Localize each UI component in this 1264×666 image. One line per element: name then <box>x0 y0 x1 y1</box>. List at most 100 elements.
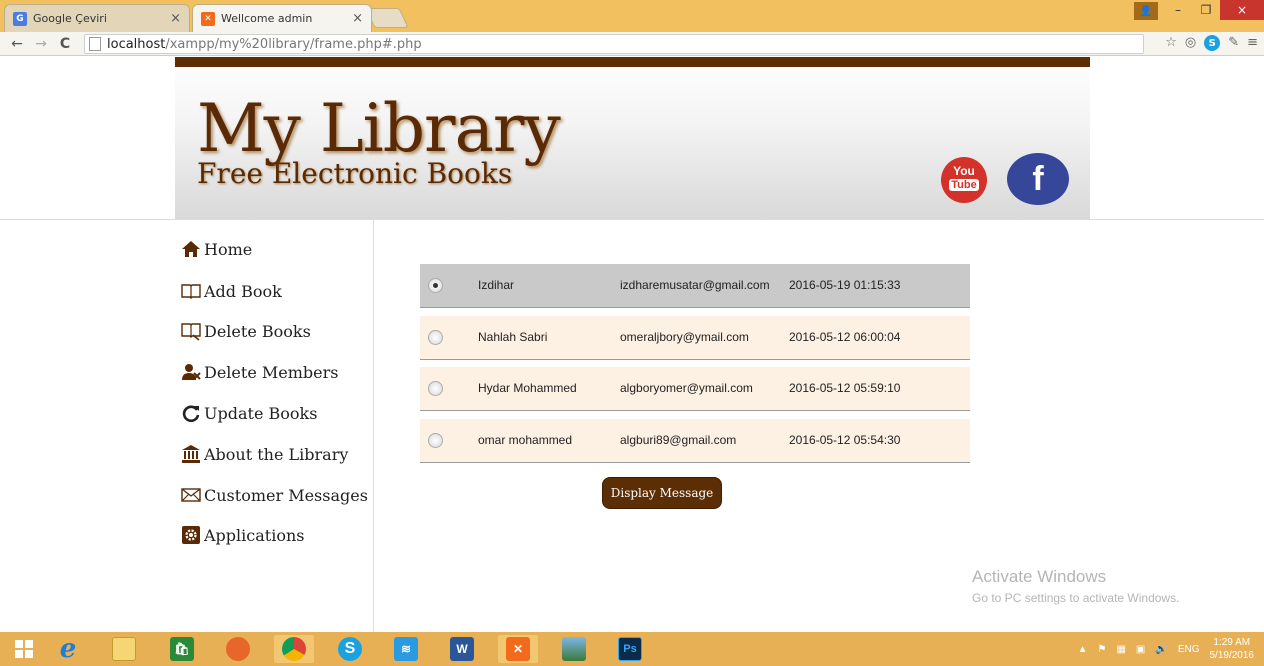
network-icon[interactable]: ▦ <box>1116 644 1125 655</box>
user-profile-icon[interactable]: 👤 <box>1134 2 1158 20</box>
forward-arrow-icon[interactable]: → <box>34 36 48 52</box>
message-radio[interactable] <box>428 381 443 396</box>
menu-icon[interactable]: ≡ <box>1247 35 1258 51</box>
sidebar-item-label: Add Book <box>204 281 282 301</box>
youtube-label-top: You <box>953 164 975 178</box>
sidebar-item-label: Delete Books <box>204 321 311 341</box>
skype-icon[interactable]: S <box>330 635 370 663</box>
toolbar-icons: ☆ ◎ S ✎ ≡ <box>1165 35 1258 51</box>
tab-google-ceviri[interactable]: G Google Çeviri × <box>4 4 190 32</box>
message-sender-email: izdharemusatar@gmail.com <box>620 278 770 292</box>
envelope-icon <box>181 485 201 505</box>
youtube-icon[interactable]: You Tube <box>941 157 987 203</box>
message-radio[interactable] <box>428 433 443 448</box>
sidebar-item-delete-members[interactable]: Delete Members <box>181 360 338 384</box>
sidebar-item-customer-messages[interactable]: Customer Messages <box>181 483 368 507</box>
message-radio[interactable] <box>428 278 443 293</box>
tab-wellcome-admin[interactable]: ✕ Wellcome admin × <box>192 4 372 32</box>
youtube-label-bottom: Tube <box>949 179 979 191</box>
tab-close-icon[interactable]: × <box>352 11 363 26</box>
internet-explorer-icon[interactable]: e <box>48 634 88 664</box>
table-row[interactable]: Hydar Mohammed algboryomer@ymail.com 201… <box>420 367 970 411</box>
xampp-icon[interactable]: ✕ <box>498 635 538 663</box>
refresh-icon <box>181 403 201 423</box>
sidebar-item-applications[interactable]: Applications <box>181 523 304 547</box>
system-tray: ▲ ⚑ ▦ ▣ 🔊 ENG 1:29 AM 5/19/2016 <box>1078 632 1254 666</box>
tab-title: Wellcome admin <box>221 12 313 25</box>
message-sender-name: Izdihar <box>478 278 515 292</box>
sidebar-item-delete-books[interactable]: Delete Books <box>181 319 311 343</box>
tray-expand-icon[interactable]: ▲ <box>1078 644 1088 655</box>
message-sender-email: algboryomer@ymail.com <box>620 381 753 395</box>
skype-extension-icon[interactable]: S <box>1204 35 1221 51</box>
browser-toolbar: ← → C localhost/xampp/my%20library/frame… <box>0 32 1264 56</box>
sidebar-item-label: Update Books <box>204 403 318 423</box>
page-icon <box>89 37 101 51</box>
clock[interactable]: 1:29 AM 5/19/2016 <box>1210 636 1255 662</box>
restore-button[interactable]: ❐ <box>1192 0 1220 20</box>
home-icon <box>181 239 201 259</box>
minimize-button[interactable]: – <box>1164 0 1192 20</box>
message-date: 2016-05-12 06:00:04 <box>789 330 901 344</box>
sidebar-divider <box>373 220 374 632</box>
sidebar-item-label: Customer Messages <box>204 485 368 505</box>
reload-icon[interactable]: C <box>58 36 72 52</box>
message-sender-email: algburi89@gmail.com <box>620 433 737 447</box>
user-delete-icon <box>181 362 201 382</box>
page-content: My Library Free Electronic Books You Tub… <box>0 57 1264 632</box>
bookmark-star-icon[interactable]: ☆ <box>1165 35 1177 51</box>
firefox-icon[interactable] <box>218 635 258 663</box>
clock-date: 5/19/2016 <box>1209 650 1255 661</box>
message-date: 2016-05-19 01:15:33 <box>789 278 901 292</box>
sidebar-item-label: Delete Members <box>204 362 339 382</box>
wifi-icon[interactable]: ≋ <box>386 635 426 663</box>
site-banner: My Library Free Electronic Books You Tub… <box>175 57 1090 219</box>
photoshop-icon[interactable]: Ps <box>610 635 650 663</box>
file-explorer-icon[interactable] <box>104 635 144 663</box>
monitor-icon[interactable]: ▣ <box>1136 644 1145 655</box>
sidebar-item-label: Applications <box>204 525 305 545</box>
sidebar-item-add-book[interactable]: Add Book <box>181 279 282 303</box>
message-date: 2016-05-12 05:54:30 <box>789 433 901 447</box>
message-radio[interactable] <box>428 330 443 345</box>
store-icon[interactable]: 🛍 <box>162 635 202 663</box>
watermark-title: Activate Windows <box>972 567 1107 586</box>
flag-icon[interactable]: ⚑ <box>1098 644 1107 655</box>
sidebar-item-about[interactable]: About the Library <box>181 442 348 466</box>
table-row[interactable]: Izdihar izdharemusatar@gmail.com 2016-05… <box>420 264 970 308</box>
google-translate-icon: G <box>13 11 27 26</box>
sidebar-item-label: Home <box>204 239 253 259</box>
clock-time: 1:29 AM <box>1213 637 1251 648</box>
tab-title: Google Çeviri <box>33 12 107 25</box>
word-icon[interactable]: W <box>442 635 482 663</box>
message-date: 2016-05-12 05:59:10 <box>789 381 901 395</box>
open-book-icon <box>181 281 201 301</box>
facebook-icon[interactable]: f <box>1007 153 1069 205</box>
window-controls: 👤 – ❐ × <box>1134 0 1264 22</box>
table-row[interactable]: Nahlah Sabri omeraljbory@ymail.com 2016-… <box>420 316 970 360</box>
chrome-icon[interactable] <box>274 635 314 663</box>
extension-2-icon[interactable]: ✎ <box>1228 35 1239 51</box>
volume-icon[interactable]: 🔊 <box>1155 644 1167 655</box>
photos-icon[interactable] <box>554 635 594 663</box>
sidebar-item-home[interactable]: Home <box>181 237 252 261</box>
message-sender-name: Hydar Mohammed <box>478 381 577 395</box>
sidebar-item-update-books[interactable]: Update Books <box>181 401 317 425</box>
watermark-subtitle: Go to PC settings to activate Windows. <box>972 591 1180 605</box>
header-divider <box>0 219 1264 220</box>
close-window-button[interactable]: × <box>1220 0 1264 20</box>
table-row[interactable]: omar mohammed algburi89@gmail.com 2016-0… <box>420 419 970 463</box>
url-host: localhost <box>107 36 166 52</box>
display-message-button[interactable]: Display Message <box>602 477 722 509</box>
windows-start-icon[interactable] <box>4 635 44 663</box>
browser-tabstrip: G Google Çeviri × ✕ Wellcome admin × 👤 –… <box>0 0 1264 32</box>
message-sender-name: Nahlah Sabri <box>478 330 548 344</box>
extension-icon[interactable]: ◎ <box>1185 35 1196 51</box>
address-bar[interactable]: localhost/xampp/my%20library/frame.php#.… <box>84 34 1144 54</box>
gear-icon <box>181 525 201 545</box>
back-arrow-icon[interactable]: ← <box>10 36 24 52</box>
language-indicator[interactable]: ENG <box>1178 644 1200 655</box>
xampp-favicon-icon: ✕ <box>201 11 215 26</box>
tab-close-icon[interactable]: × <box>170 11 181 26</box>
windows-taskbar: e 🛍 S ≋ W ✕ Ps ▲ ⚑ ▦ ▣ 🔊 ENG 1:29 AM 5/1… <box>0 632 1264 666</box>
